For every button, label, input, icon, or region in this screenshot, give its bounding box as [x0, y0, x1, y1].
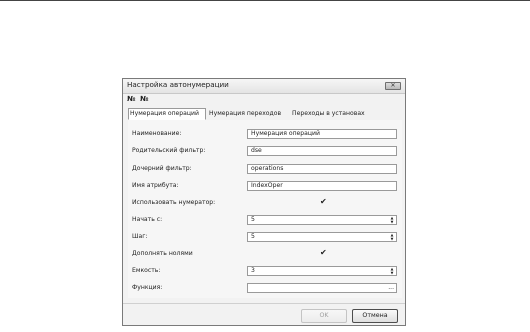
use-numerator-label: Использовать нумератор: [132, 199, 216, 206]
pad-zeros-label: Дополнять нолями [132, 250, 193, 257]
parent-filter-label: Родительский фильтр: [132, 147, 206, 154]
footer-divider [123, 303, 405, 304]
close-icon: ✕ [390, 82, 396, 89]
attribute-name-input[interactable]: IndexOper [247, 181, 397, 191]
step-label: Шаг: [132, 233, 148, 240]
capacity-spin-buttons[interactable]: ▲ ▼ [389, 267, 395, 275]
autonumbering-dialog: Настройка автонумерации ✕ № № Нумерация … [122, 78, 406, 326]
close-button[interactable]: ✕ [385, 82, 401, 90]
use-numerator-checkbox[interactable]: ✔ [320, 198, 327, 206]
start-spinner[interactable]: 5 ▲ ▼ [247, 215, 397, 225]
arrow-down-icon[interactable]: ▼ [391, 237, 394, 241]
ok-button[interactable]: OK [301, 309, 347, 323]
capacity-spinner[interactable]: 3 ▲ ▼ [247, 266, 397, 276]
step-value: 5 [251, 233, 255, 240]
ellipsis-button[interactable]: ... [388, 284, 394, 291]
start-spin-buttons[interactable]: ▲ ▼ [389, 216, 395, 224]
arrow-down-icon[interactable]: ▼ [391, 271, 394, 275]
pad-zeros-checkbox[interactable]: ✔ [320, 249, 327, 257]
tab-label: Нумерация операций [130, 110, 199, 117]
tab-label: Переходы в установах [292, 110, 365, 117]
tab-operations-numbering[interactable]: Нумерация операций [128, 108, 206, 120]
child-filter-input[interactable]: operations [247, 164, 397, 174]
dialog-title: Настройка автонумерации [127, 80, 229, 89]
top-rule [0, 0, 530, 1]
tab-transitions-in-setups[interactable]: Переходы в установах [291, 109, 375, 119]
function-label: Функция: [132, 284, 163, 291]
start-label: Начать с: [132, 216, 163, 223]
settings-panel: Наименование: Нумерация операций Родител… [128, 120, 402, 298]
capacity-label: Емкость: [132, 267, 161, 274]
child-filter-label: Дочерний фильтр: [132, 165, 192, 172]
capacity-value: 3 [251, 267, 255, 274]
attribute-name-label: Имя атрибута: [132, 182, 179, 189]
dialog-titlebar: Настройка автонумерации ✕ [123, 79, 405, 94]
numbering-add-icon[interactable]: № [127, 95, 135, 103]
parent-filter-input[interactable]: dse [247, 146, 397, 156]
cancel-button[interactable]: Отмена [352, 309, 398, 323]
name-input[interactable]: Нумерация операций [247, 129, 397, 139]
start-value: 5 [251, 216, 255, 223]
name-label: Наименование: [132, 130, 182, 137]
arrow-down-icon[interactable]: ▼ [391, 220, 394, 224]
function-input[interactable]: ... [247, 283, 397, 293]
tab-transitions-numbering[interactable]: Нумерация переходов [208, 109, 290, 119]
tab-label: Нумерация переходов [209, 110, 282, 117]
step-spin-buttons[interactable]: ▲ ▼ [389, 233, 395, 241]
step-spinner[interactable]: 5 ▲ ▼ [247, 232, 397, 242]
numbering-icon[interactable]: № [140, 95, 148, 103]
